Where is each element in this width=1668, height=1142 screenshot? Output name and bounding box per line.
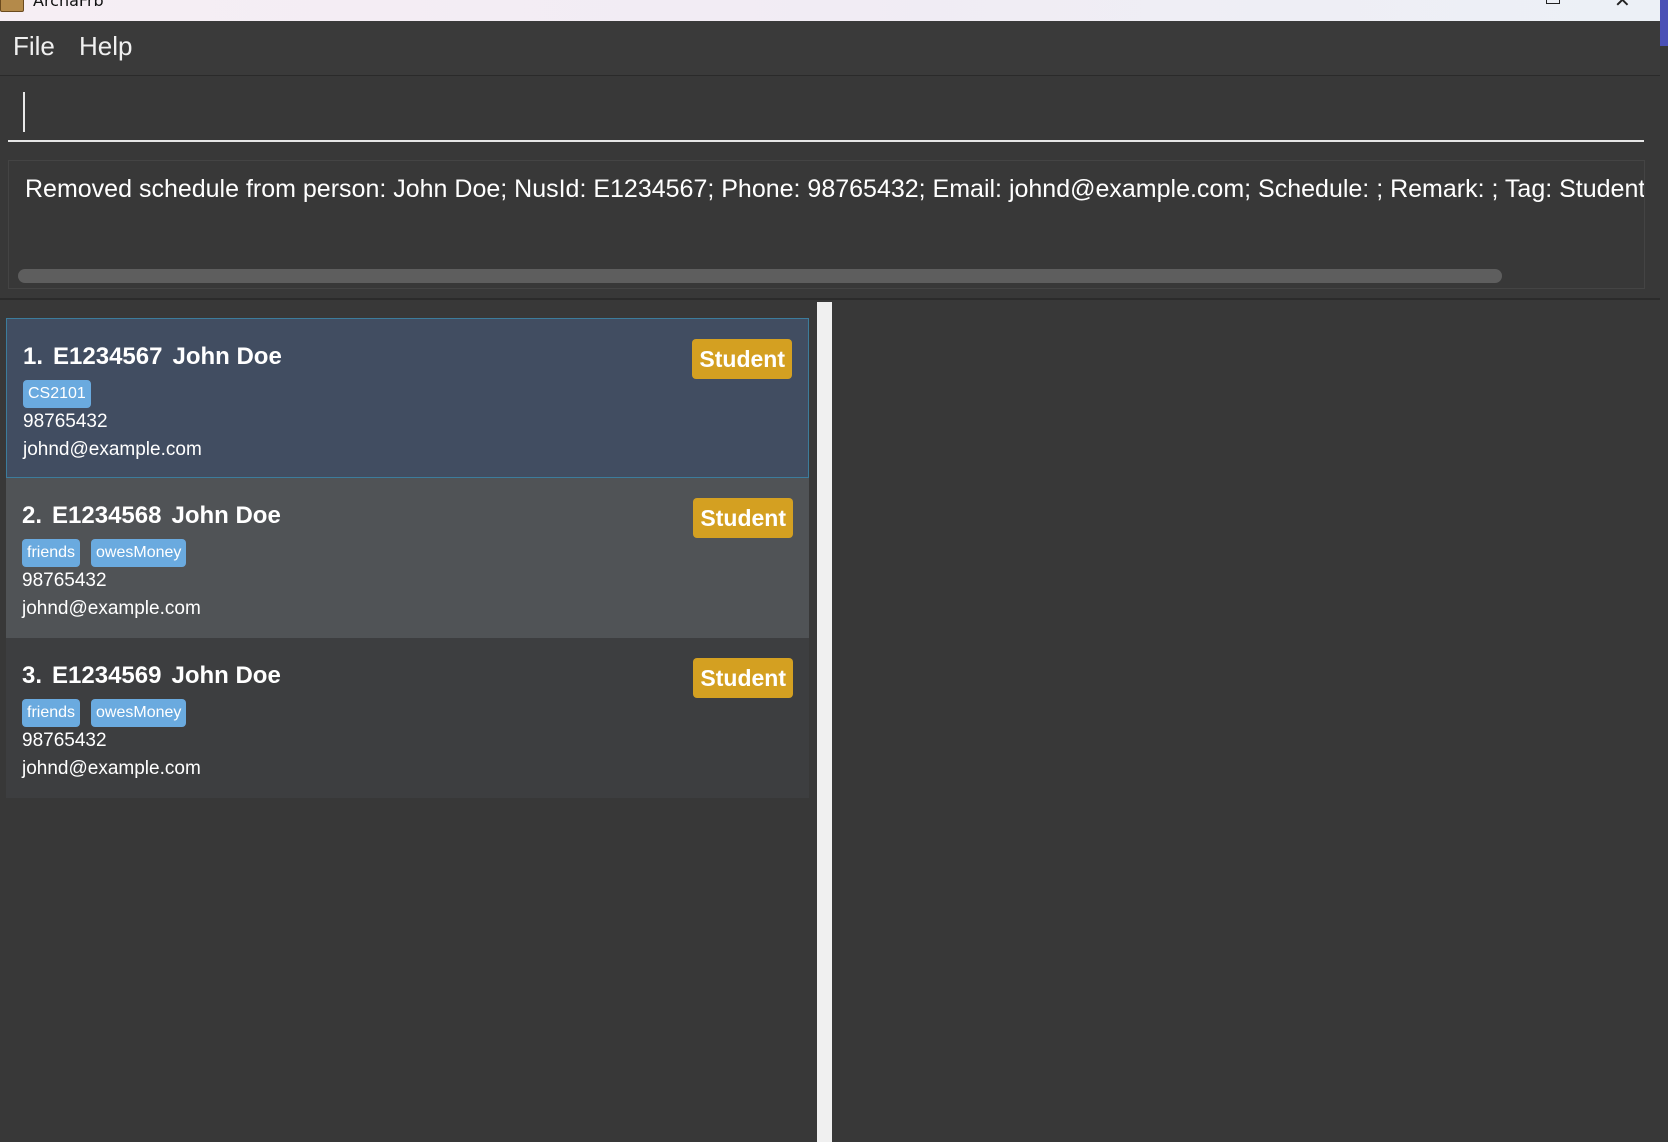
person-title: 2. E1234568 John Doe xyxy=(22,502,281,530)
role-badge: Student xyxy=(693,658,793,698)
person-email: johnd@example.com xyxy=(22,758,201,779)
group-tag: owesMoney xyxy=(91,539,187,567)
command-box[interactable] xyxy=(8,82,1644,142)
group-tags: friends owesMoney xyxy=(22,539,187,567)
person-title: 1. E1234567 John Doe xyxy=(23,343,282,371)
person-title: 3. E1234569 John Doe xyxy=(22,662,281,690)
group-tag: CS2101 xyxy=(23,380,91,408)
result-display: Removed schedule from person: John Doe; … xyxy=(8,160,1645,289)
menu-help[interactable]: Help xyxy=(79,31,132,61)
window-title-bar: ArchaFrb ✕ xyxy=(0,0,1668,21)
app-icon xyxy=(0,0,24,12)
group-tag: owesMoney xyxy=(91,699,187,727)
window-accent-strip xyxy=(1660,0,1668,46)
person-name: John Doe xyxy=(171,502,281,529)
window-title: ArchaFrb xyxy=(33,0,104,10)
person-name: John Doe xyxy=(171,662,281,689)
person-index: 2. xyxy=(22,502,43,529)
person-card[interactable]: 1. E1234567 John Doe Student CS2101 987654… xyxy=(6,318,809,478)
role-badge: Student xyxy=(692,339,792,379)
role-badge: Student xyxy=(693,498,793,538)
person-nusid: E1234568 xyxy=(52,502,162,529)
group-tag: friends xyxy=(22,539,81,567)
menu-bar: File Help xyxy=(0,21,1660,76)
horizontal-scrollbar[interactable] xyxy=(18,269,1502,283)
menu-file[interactable]: File xyxy=(13,31,55,61)
person-index: 1. xyxy=(23,343,44,370)
person-card[interactable]: 2. E1234568 John Doe Student friends owesM… xyxy=(6,478,809,638)
person-email: johnd@example.com xyxy=(22,598,201,619)
split-pane-divider[interactable] xyxy=(817,302,832,1142)
close-icon[interactable]: ✕ xyxy=(1614,0,1631,10)
panel-separator xyxy=(0,298,1660,300)
person-card[interactable]: 3. E1234569 John Doe Student friends owesM… xyxy=(6,638,809,798)
person-nusid: E1234567 xyxy=(53,343,163,370)
group-tags: CS2101 xyxy=(23,380,91,408)
person-index: 3. xyxy=(22,662,43,689)
detail-panel xyxy=(832,302,1660,1142)
person-email: johnd@example.com xyxy=(23,439,202,460)
group-tags: friends owesMoney xyxy=(22,699,187,727)
maximize-icon[interactable] xyxy=(1546,0,1560,4)
person-nusid: E1234569 xyxy=(52,662,162,689)
person-phone: 98765432 xyxy=(22,730,107,751)
person-phone: 98765432 xyxy=(22,570,107,591)
person-phone: 98765432 xyxy=(23,411,108,432)
command-input[interactable] xyxy=(8,82,1644,140)
result-message: Removed schedule from person: John Doe; … xyxy=(25,175,1645,203)
person-list[interactable]: 1. E1234567 John Doe Student CS2101 987654… xyxy=(6,318,809,798)
text-caret xyxy=(23,92,25,132)
group-tag: friends xyxy=(22,699,81,727)
person-name: John Doe xyxy=(172,343,282,370)
